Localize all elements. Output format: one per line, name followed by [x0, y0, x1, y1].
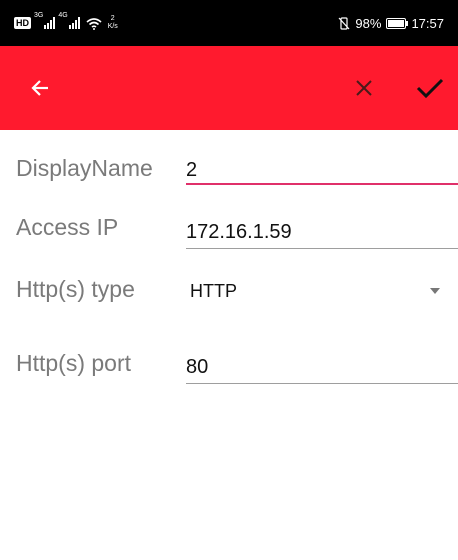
back-button[interactable]: [16, 46, 64, 130]
network-speed-unit: K/s: [107, 23, 118, 30]
check-icon: [416, 78, 444, 99]
wifi-icon: [86, 17, 102, 30]
display-name-label: DisplayName: [16, 155, 153, 181]
network-speed-value: 2: [110, 15, 115, 22]
access-ip-underline: [186, 248, 458, 249]
status-right: 98% 17:57: [338, 0, 444, 46]
access-ip-input[interactable]: [186, 218, 458, 246]
display-name-input[interactable]: [186, 156, 458, 184]
app-bar: [0, 46, 458, 130]
http-type-label: Http(s) type: [16, 276, 135, 302]
status-left: HD 3G 4G 2 K/s: [14, 0, 118, 46]
signal-1-icon: [44, 17, 56, 29]
confirm-button[interactable]: [406, 46, 454, 130]
network-type-2: 4G: [58, 12, 68, 19]
http-type-value: HTTP: [190, 281, 237, 301]
network-type-1: 3G: [34, 12, 44, 19]
http-port-underline: [186, 383, 458, 384]
cancel-button[interactable]: [340, 46, 388, 130]
close-icon: [356, 80, 372, 96]
access-ip-label: Access IP: [16, 214, 119, 240]
http-port-input[interactable]: [186, 353, 458, 381]
battery-icon: [386, 17, 409, 29]
vibrate-off-icon: [338, 16, 350, 30]
http-port-label: Http(s) port: [16, 350, 132, 376]
network-speed: 2 K/s: [108, 15, 118, 31]
dropdown-arrow-icon: [430, 288, 440, 294]
hd-badge: HD: [14, 17, 31, 29]
display-name-underline: [186, 183, 458, 185]
signal-2-icon: [68, 17, 80, 29]
battery-percent: 98%: [355, 15, 382, 31]
clock: 17:57: [411, 15, 444, 31]
status-bar: HD 3G 4G 2 K/s 98% 17:57: [0, 0, 458, 46]
http-type-select[interactable]: HTTP: [186, 270, 458, 312]
arrow-left-icon: [31, 80, 48, 96]
